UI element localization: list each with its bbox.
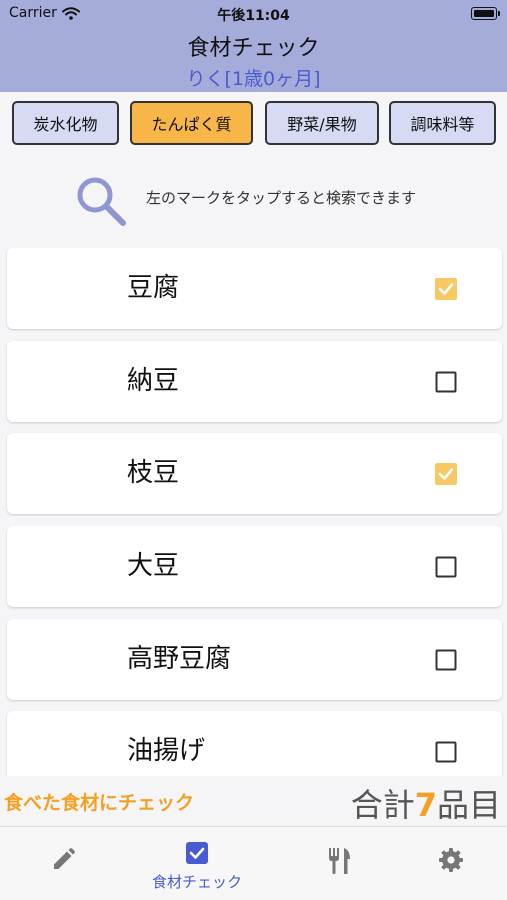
battery-icon xyxy=(471,7,500,20)
clock: 午後11:04 xyxy=(217,8,290,24)
magnifier-icon[interactable] xyxy=(74,174,128,228)
total-suffix: 品目 xyxy=(436,786,501,824)
summary-bar: 食べた食材にチェック 合計7品目 xyxy=(0,776,507,826)
total-prefix: 合計 xyxy=(350,786,415,824)
list-item[interactable]: 油揚げ xyxy=(7,711,502,776)
cutlery-icon xyxy=(329,848,350,874)
gear-icon xyxy=(439,848,463,872)
checkbox-checked-icon[interactable] xyxy=(435,463,457,485)
checkbox-checked-icon[interactable] xyxy=(435,278,457,300)
child-name-age[interactable]: りく[1歳0ヶ月] xyxy=(0,64,507,91)
total-count: 合計7品目 xyxy=(351,780,501,826)
food-name: 大豆 xyxy=(127,551,180,581)
list-item[interactable]: 高野豆腐 xyxy=(7,619,502,700)
tab-meals[interactable] xyxy=(276,827,402,900)
food-list: 豆腐 納豆 枝豆 大豆 高野豆腐 油揚げ xyxy=(0,248,507,776)
tab-settings[interactable] xyxy=(388,827,507,900)
list-item[interactable]: 納豆 xyxy=(7,341,502,422)
tab-food-check-label: 食材チェック xyxy=(151,873,242,891)
category-seasoning-button[interactable]: 調味料等 xyxy=(389,101,496,145)
food-name: 納豆 xyxy=(127,366,180,396)
list-item[interactable]: 枝豆 xyxy=(7,433,502,514)
search-hint: 左のマークをタップすると検索できます xyxy=(0,168,507,228)
checkbox-icon xyxy=(186,842,208,864)
status-bar: Carrier 午後11:04 xyxy=(0,0,507,28)
food-name: 油揚げ xyxy=(127,736,206,766)
pencil-icon xyxy=(54,848,75,869)
page-title: 食材チェック xyxy=(187,36,320,61)
checkbox-empty-icon[interactable] xyxy=(435,371,457,393)
tab-record[interactable] xyxy=(0,827,126,900)
tab-bar: 食材チェック xyxy=(0,826,507,900)
summary-instruction: 食べた食材にチェック xyxy=(4,792,195,814)
food-name: 豆腐 xyxy=(127,273,180,303)
category-vegetable-fruit-button[interactable]: 野菜/果物 xyxy=(265,101,379,145)
search-hint-text: 左のマークをタップすると検索できます xyxy=(146,189,417,207)
header-bar: Carrier 午後11:04 食材チェック りく[1歳0ヶ月] xyxy=(0,0,507,92)
list-item[interactable]: 豆腐 xyxy=(7,248,502,329)
category-protein-button[interactable]: たんぱく質 xyxy=(130,101,253,145)
total-number: 7 xyxy=(414,786,437,824)
checkbox-empty-icon[interactable] xyxy=(435,556,457,578)
food-name: 枝豆 xyxy=(127,458,180,488)
category-selector: 炭水化物 たんぱく質 野菜/果物 調味料等 xyxy=(0,101,507,147)
checkbox-empty-icon[interactable] xyxy=(435,741,457,763)
category-carbohydrate-button[interactable]: 炭水化物 xyxy=(12,101,119,145)
list-item[interactable]: 大豆 xyxy=(7,526,502,607)
food-name: 高野豆腐 xyxy=(127,644,232,674)
checkbox-empty-icon[interactable] xyxy=(435,649,457,671)
tab-food-check[interactable]: 食材チェック xyxy=(134,827,260,900)
